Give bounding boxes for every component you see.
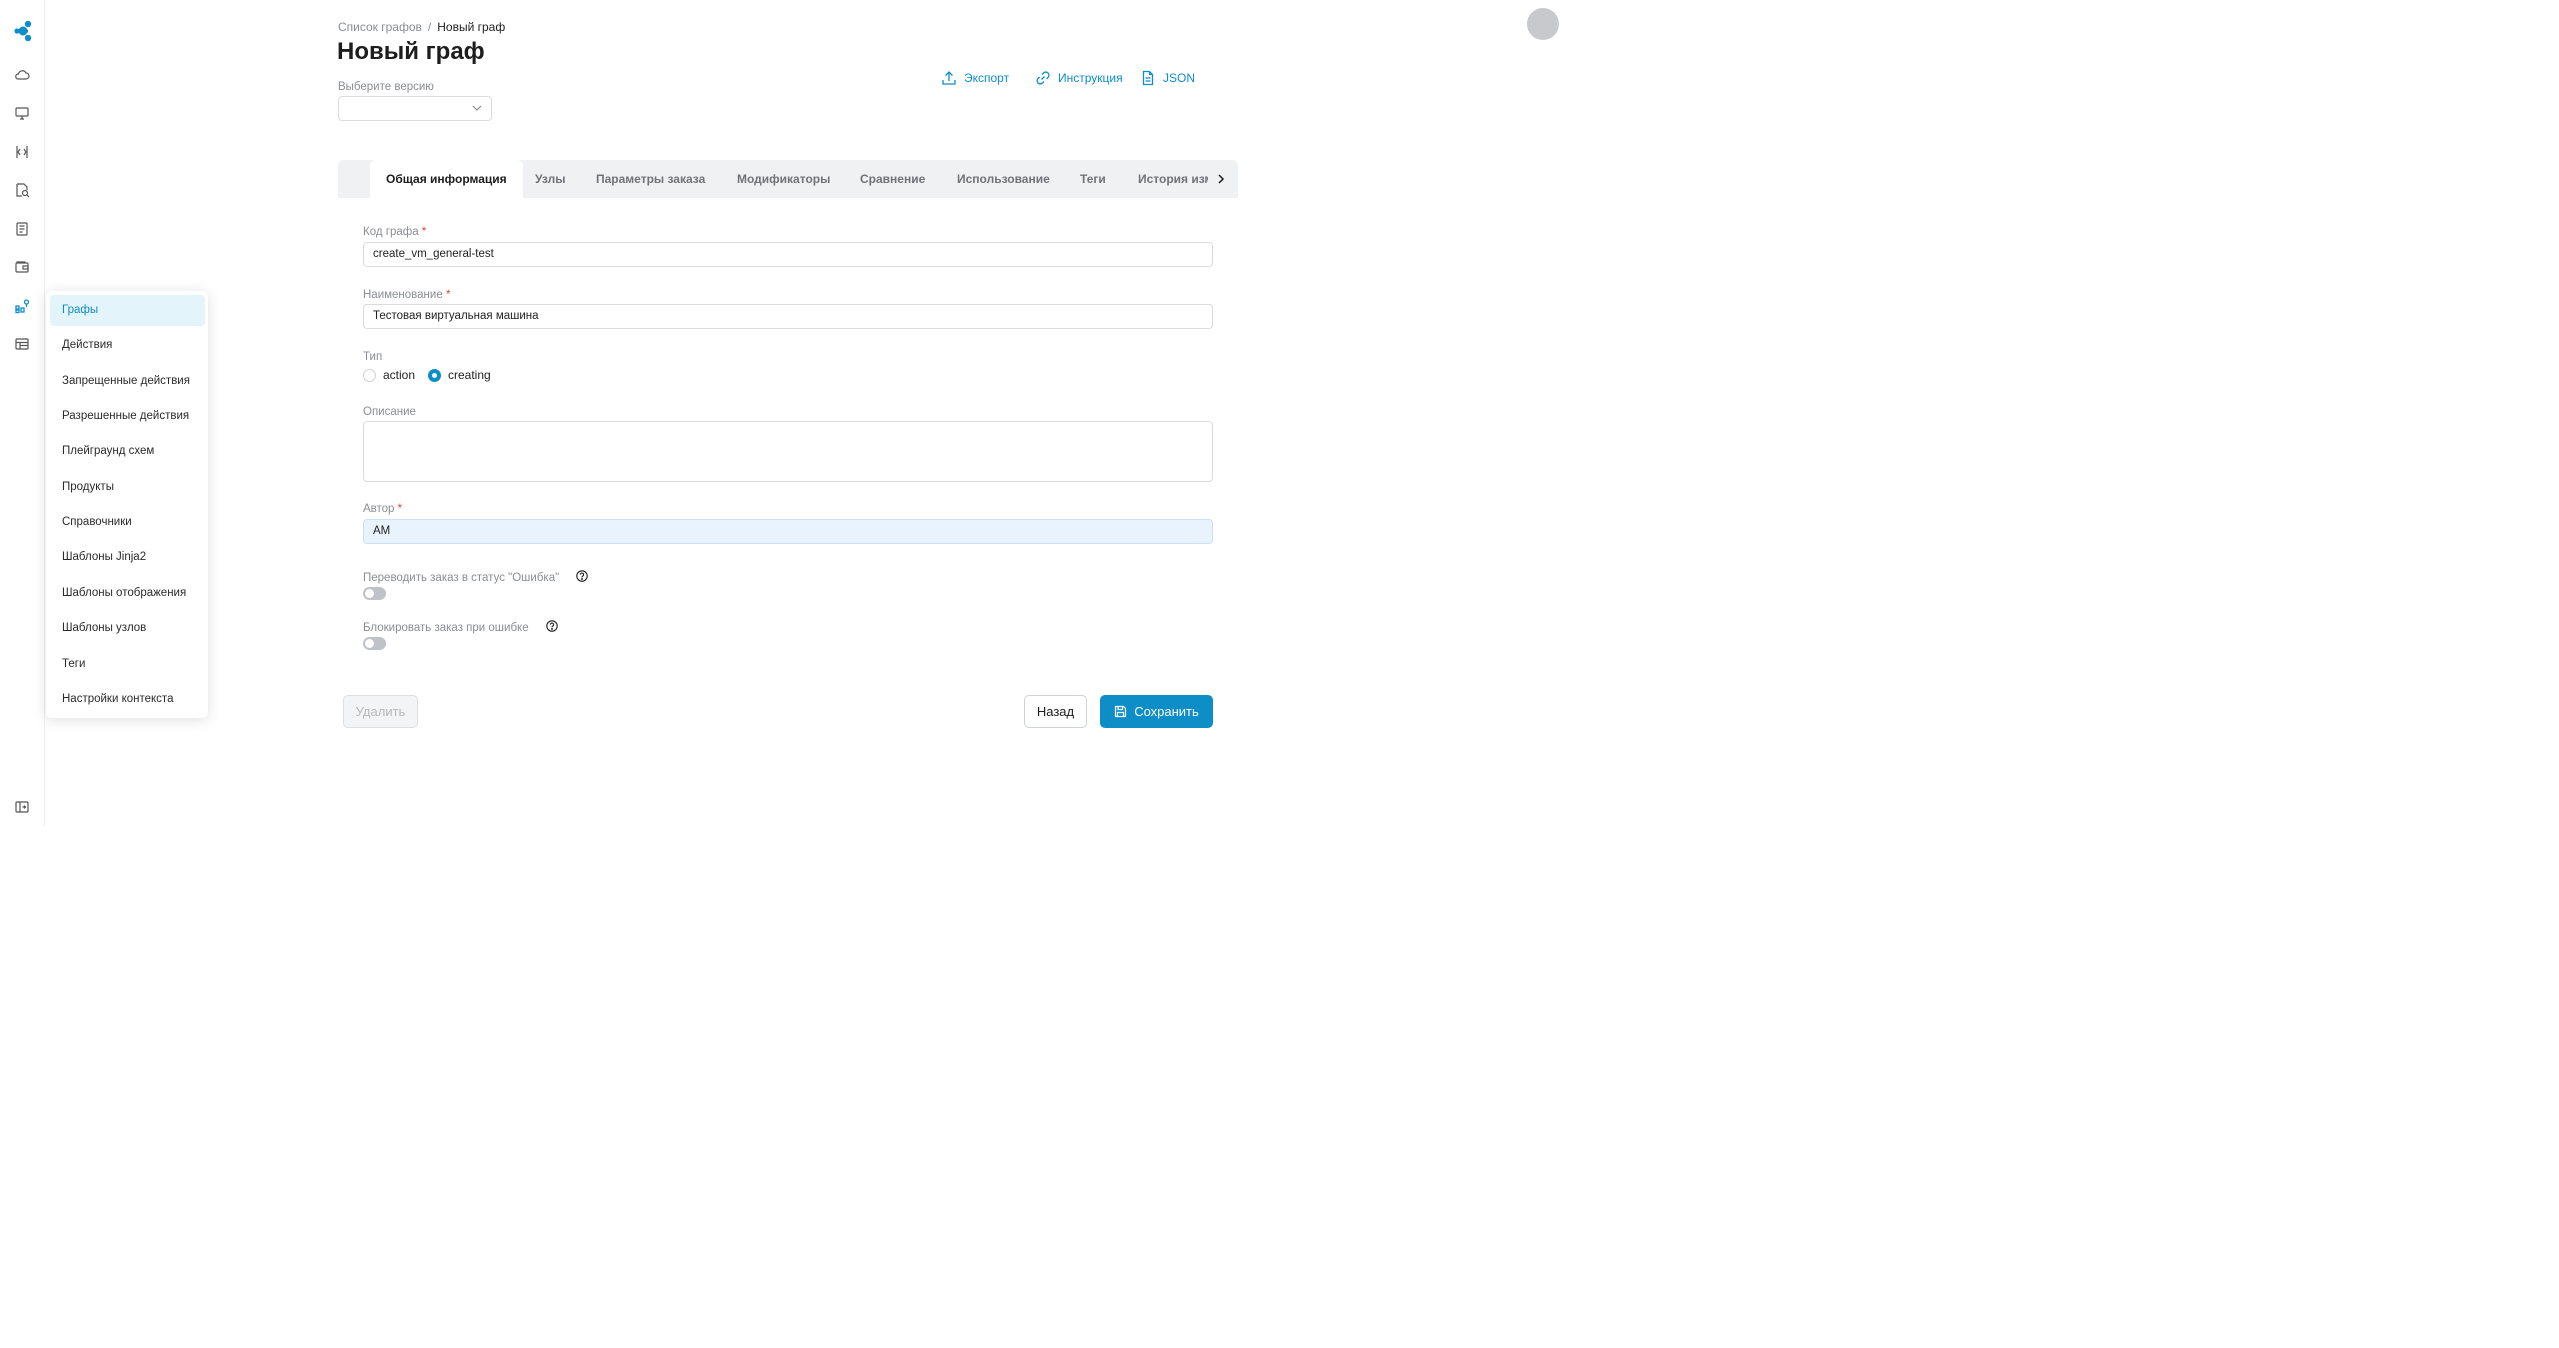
export-label: Экспорт: [964, 71, 1010, 85]
upload-icon: [942, 71, 956, 85]
tab-general-info[interactable]: Общая информация: [370, 160, 523, 198]
radio-action[interactable]: action: [363, 368, 415, 382]
tab-tags[interactable]: Теги: [1080, 160, 1106, 198]
menu-item-context-settings[interactable]: Настройки контекста: [50, 684, 205, 715]
left-rail: [0, 0, 45, 826]
breadcrumb-separator: /: [427, 20, 432, 34]
code-label-text: Код графа: [363, 226, 419, 238]
help-icon[interactable]: [546, 620, 558, 632]
toggle-knob: [365, 639, 374, 648]
menu-item-graphs[interactable]: Графы: [50, 295, 205, 326]
required-mark: *: [421, 226, 427, 238]
tab-modifiers[interactable]: Модификаторы: [737, 160, 830, 198]
export-link[interactable]: Экспорт: [941, 69, 1009, 87]
name-label: Наименование *: [363, 289, 450, 301]
breadcrumb-current: Новый граф: [437, 20, 506, 34]
description-label: Описание: [363, 406, 416, 418]
logo-icon[interactable]: [13, 20, 33, 42]
breadcrumb-graph-list[interactable]: Список графов: [338, 20, 422, 34]
graphs-submenu: Графы Действия Запрещенные действия Разр…: [46, 291, 208, 718]
breadcrumb: Список графов / Новый граф: [338, 20, 505, 34]
wallet-icon[interactable]: [14, 259, 30, 275]
tab-order-params[interactable]: Параметры заказа: [596, 160, 705, 198]
menu-item-references[interactable]: Справочники: [50, 507, 205, 538]
tab-usage[interactable]: Использование: [957, 160, 1050, 198]
type-label: Тип: [363, 351, 383, 363]
json-link[interactable]: JSON: [1140, 69, 1195, 87]
instructions-link[interactable]: Инструкция: [1035, 69, 1123, 87]
search-doc-icon[interactable]: [14, 182, 30, 198]
code-label: Код графа *: [363, 226, 426, 238]
author-label: Автор *: [363, 503, 402, 515]
version-label: Выберите версию: [338, 81, 434, 93]
required-mark: *: [397, 503, 403, 515]
error-status-toggle[interactable]: [363, 587, 386, 600]
radio-creating-circle[interactable]: [428, 368, 441, 382]
file-icon: [1142, 70, 1154, 86]
version-select[interactable]: [338, 96, 492, 121]
avatar[interactable]: [1527, 8, 1559, 40]
block-on-error-toggle[interactable]: [363, 637, 386, 650]
description-textarea[interactable]: [363, 421, 1213, 482]
monitor-icon[interactable]: [14, 105, 30, 121]
page-title: Новый граф: [337, 38, 485, 65]
save-icon: [1115, 705, 1127, 718]
radio-action-circle[interactable]: [363, 368, 376, 382]
name-label-text: Наименование: [363, 289, 443, 301]
menu-item-allowed-actions[interactable]: Разрешенные действия: [50, 401, 205, 432]
tab-bar: Общая информация Узлы Параметры заказа М…: [338, 160, 1238, 198]
back-button[interactable]: Назад: [1024, 695, 1087, 728]
error-status-label: Переводить заказ в статус "Ошибка": [363, 572, 560, 584]
save-label: Сохранить: [1134, 704, 1199, 719]
instructions-label: Инструкция: [1058, 71, 1123, 85]
menu-item-display-templates[interactable]: Шаблоны отображения: [50, 578, 205, 609]
radio-creating-label: creating: [448, 368, 491, 382]
delete-button[interactable]: Удалить: [343, 695, 418, 728]
code-input[interactable]: create_vm_general-test: [363, 242, 1213, 267]
menu-item-products[interactable]: Продукты: [50, 472, 205, 503]
name-input[interactable]: Тестовая виртуальная машина: [363, 304, 1213, 329]
tab-nodes[interactable]: Узлы: [535, 160, 566, 198]
menu-item-schema-playground[interactable]: Плейграунд схем: [50, 436, 205, 467]
tab-comparison[interactable]: Сравнение: [860, 160, 925, 198]
chevron-down-icon: [472, 105, 482, 111]
menu-item-tags[interactable]: Теги: [50, 649, 205, 680]
toggle-knob: [365, 589, 374, 598]
graph-icon[interactable]: [14, 298, 30, 314]
menu-item-forbidden-actions[interactable]: Запрещенные действия: [50, 366, 205, 397]
required-mark: *: [445, 289, 451, 301]
menu-item-jinja2-templates[interactable]: Шаблоны Jinja2: [50, 542, 205, 573]
cloud-icon[interactable]: [14, 67, 30, 83]
radio-creating[interactable]: creating: [428, 368, 491, 382]
tab-history[interactable]: История изм: [1138, 160, 1208, 198]
block-on-error-label: Блокировать заказ при ошибке: [363, 622, 529, 634]
document-icon[interactable]: [14, 221, 30, 237]
chevron-right-icon[interactable]: [1216, 173, 1226, 185]
table-icon[interactable]: [14, 336, 30, 352]
author-input[interactable]: AM: [363, 519, 1213, 544]
json-label: JSON: [1163, 71, 1196, 85]
author-label-text: Автор: [363, 503, 395, 515]
save-button[interactable]: Сохранить: [1100, 695, 1213, 728]
help-icon[interactable]: [576, 570, 588, 582]
menu-item-node-templates[interactable]: Шаблоны узлов: [50, 613, 205, 644]
sidebar-toggle-icon[interactable]: [14, 799, 30, 815]
code-icon[interactable]: [14, 144, 30, 160]
menu-item-actions[interactable]: Действия: [50, 330, 205, 361]
link-icon: [1036, 71, 1050, 85]
radio-action-label: action: [383, 368, 416, 382]
